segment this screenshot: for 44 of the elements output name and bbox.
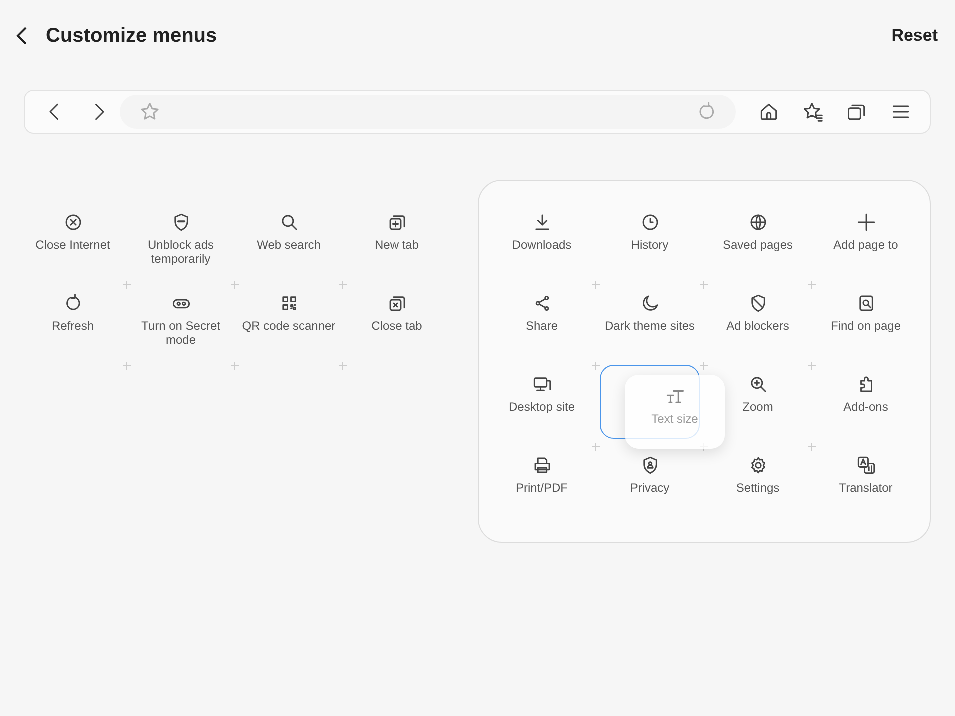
menu-item[interactable]: Close tab — [347, 285, 447, 366]
menu-item[interactable]: Privacy — [600, 447, 700, 528]
back-icon[interactable] — [16, 26, 28, 46]
grid-cross-icon — [231, 281, 239, 289]
menu-item[interactable]: Saved pages — [708, 204, 808, 285]
plus-icon — [856, 212, 876, 233]
menu-item[interactable]: Refresh — [23, 285, 123, 366]
grid-cross-icon — [808, 443, 816, 451]
grid-cross-icon — [231, 362, 239, 370]
translate-icon — [856, 455, 876, 476]
grid-cross-icon — [339, 362, 347, 370]
bookmarks-icon — [802, 101, 824, 123]
menu-item[interactable]: Add-ons — [816, 366, 916, 447]
grid-cross-icon — [700, 281, 708, 289]
menu-item[interactable]: Print/PDF — [492, 447, 592, 528]
menu-item[interactable]: Add page to — [816, 204, 916, 285]
menu-item[interactable]: Web search — [239, 204, 339, 285]
menu-item[interactable]: New tab — [347, 204, 447, 285]
grid-cross-icon — [339, 281, 347, 289]
reset-button[interactable]: Reset — [892, 26, 938, 46]
grid-cross-icon — [700, 362, 708, 370]
menu-item[interactable]: Dark theme sites — [600, 285, 700, 366]
grid-cross-icon — [592, 443, 600, 451]
menu-item[interactable]: Share — [492, 285, 592, 366]
menu-item[interactable]: QR code scanner — [239, 285, 339, 366]
menu-item[interactable]: Find on page — [816, 285, 916, 366]
menu-item[interactable]: Turn on Secret mode — [131, 285, 231, 366]
grid-cross-icon — [123, 362, 131, 370]
menu-item[interactable]: Ad blockers — [708, 285, 808, 366]
grid-cross-icon — [592, 362, 600, 370]
menu-item[interactable]: Desktop site — [492, 366, 592, 447]
menu-item[interactable]: Downloads — [492, 204, 592, 285]
star-icon — [139, 101, 161, 123]
page-title: Customize menus — [46, 24, 218, 48]
menu-item[interactable]: Close Internet — [23, 204, 123, 285]
menu-item[interactable]: Settings — [708, 447, 808, 528]
menu-item[interactable]: History — [600, 204, 700, 285]
menu-item[interactable]: Translator — [816, 447, 916, 528]
grid-cross-icon — [592, 281, 600, 289]
home-icon — [758, 101, 780, 123]
grid-cross-icon — [808, 281, 816, 289]
grid-cross-icon — [808, 362, 816, 370]
menu-item[interactable]: Unblock ads temporarily — [131, 204, 231, 285]
grid-cross-icon — [123, 281, 131, 289]
